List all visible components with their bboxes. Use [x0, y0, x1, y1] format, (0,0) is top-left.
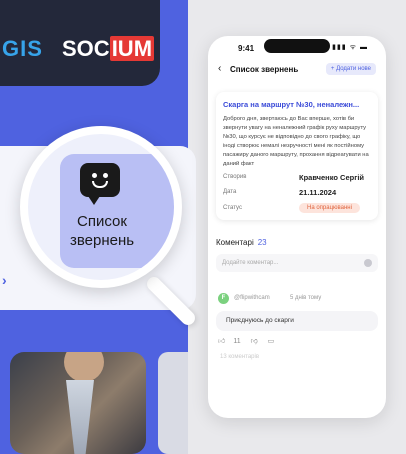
comment-input[interactable]: Додайте коментар...: [216, 254, 378, 272]
photo-face: [64, 352, 104, 382]
brand-logo-part1: GIS: [2, 36, 43, 61]
comments-heading: Коментарі 23: [216, 238, 267, 247]
ticket-status-row: Статус На опрацюванні: [223, 203, 371, 213]
comments-label: Коментарі: [216, 238, 254, 247]
chat-smile-icon: [80, 163, 120, 205]
add-new-button[interactable]: + Додати нове: [325, 63, 376, 75]
brand-logo-highlight: IUM: [109, 36, 155, 61]
ticket-body: Доброго дня, звертаюсь до Вас вперше, хо…: [223, 116, 369, 167]
brand-logo-card: GIS SOCIUM: [0, 0, 160, 86]
send-icon[interactable]: [364, 259, 372, 267]
comment-actions: 👍︎ 11 👎︎ ▭: [218, 336, 282, 345]
date-label: Дата: [223, 189, 237, 195]
feature-title: Список звернень: [69, 213, 135, 249]
phone-mockup: 9:41 ▮▮▮ ᯤ ▬ ‹ Список звернень + Додати …: [208, 36, 386, 418]
brand-logo-prefix: SOC: [62, 36, 110, 61]
like-icon[interactable]: 👍︎: [218, 338, 225, 345]
status-label: Статус: [223, 205, 242, 211]
dislike-icon[interactable]: 👎︎: [251, 338, 258, 345]
status-time: 9:41: [238, 44, 255, 53]
reply-icon[interactable]: ▭: [268, 338, 275, 345]
signal-wifi-battery-icon: ▮▮▮ ᯤ ▬: [332, 44, 368, 51]
feature-tile: [60, 154, 174, 268]
icon-eye-right: [103, 173, 108, 178]
ticket-date-row: Дата 21.11.2024: [223, 188, 371, 197]
magnifier-lens: [20, 126, 182, 288]
more-comments-link[interactable]: 13 коментарів: [220, 354, 259, 360]
comment-time: 5 днів тому: [290, 295, 322, 301]
phone-notch: [264, 39, 330, 53]
photo-shirt: [66, 380, 94, 454]
date-value: 21.11.2024: [299, 188, 337, 197]
creator-label: Створив: [223, 174, 247, 180]
status-bar: 9:41 ▮▮▮ ᯤ ▬: [208, 36, 386, 58]
chevron-left-icon[interactable]: ‹: [218, 63, 221, 74]
comments-count: 23: [257, 238, 267, 247]
person-photo: [10, 352, 146, 454]
nav-bar: ‹ Список звернень + Додати нове: [208, 62, 386, 78]
status-badge: На опрацюванні: [299, 203, 360, 213]
avatar: F: [218, 293, 229, 304]
ticket-creator-row: Створив Кравченко Сергій: [223, 173, 371, 182]
like-count: 11: [233, 338, 241, 345]
icon-eye-left: [92, 173, 97, 178]
ticket-card[interactable]: Скарга на маршрут №30, неналежн... Добро…: [216, 92, 378, 220]
creator-value: Кравченко Сергій: [299, 173, 365, 182]
chevron-right-icon[interactable]: ›: [2, 272, 7, 288]
page-title: Список звернень: [230, 65, 299, 74]
ticket-title[interactable]: Скарга на маршрут №30, неналежн...: [223, 100, 371, 109]
comment-text: Приєднуюсь до скарги: [216, 311, 378, 331]
icon-mouth: [92, 181, 108, 188]
comment-username[interactable]: @flipwithcam: [234, 295, 270, 301]
photo-card-secondary: [158, 352, 188, 454]
brand-logo-part2: SOCIUM: [62, 36, 155, 62]
